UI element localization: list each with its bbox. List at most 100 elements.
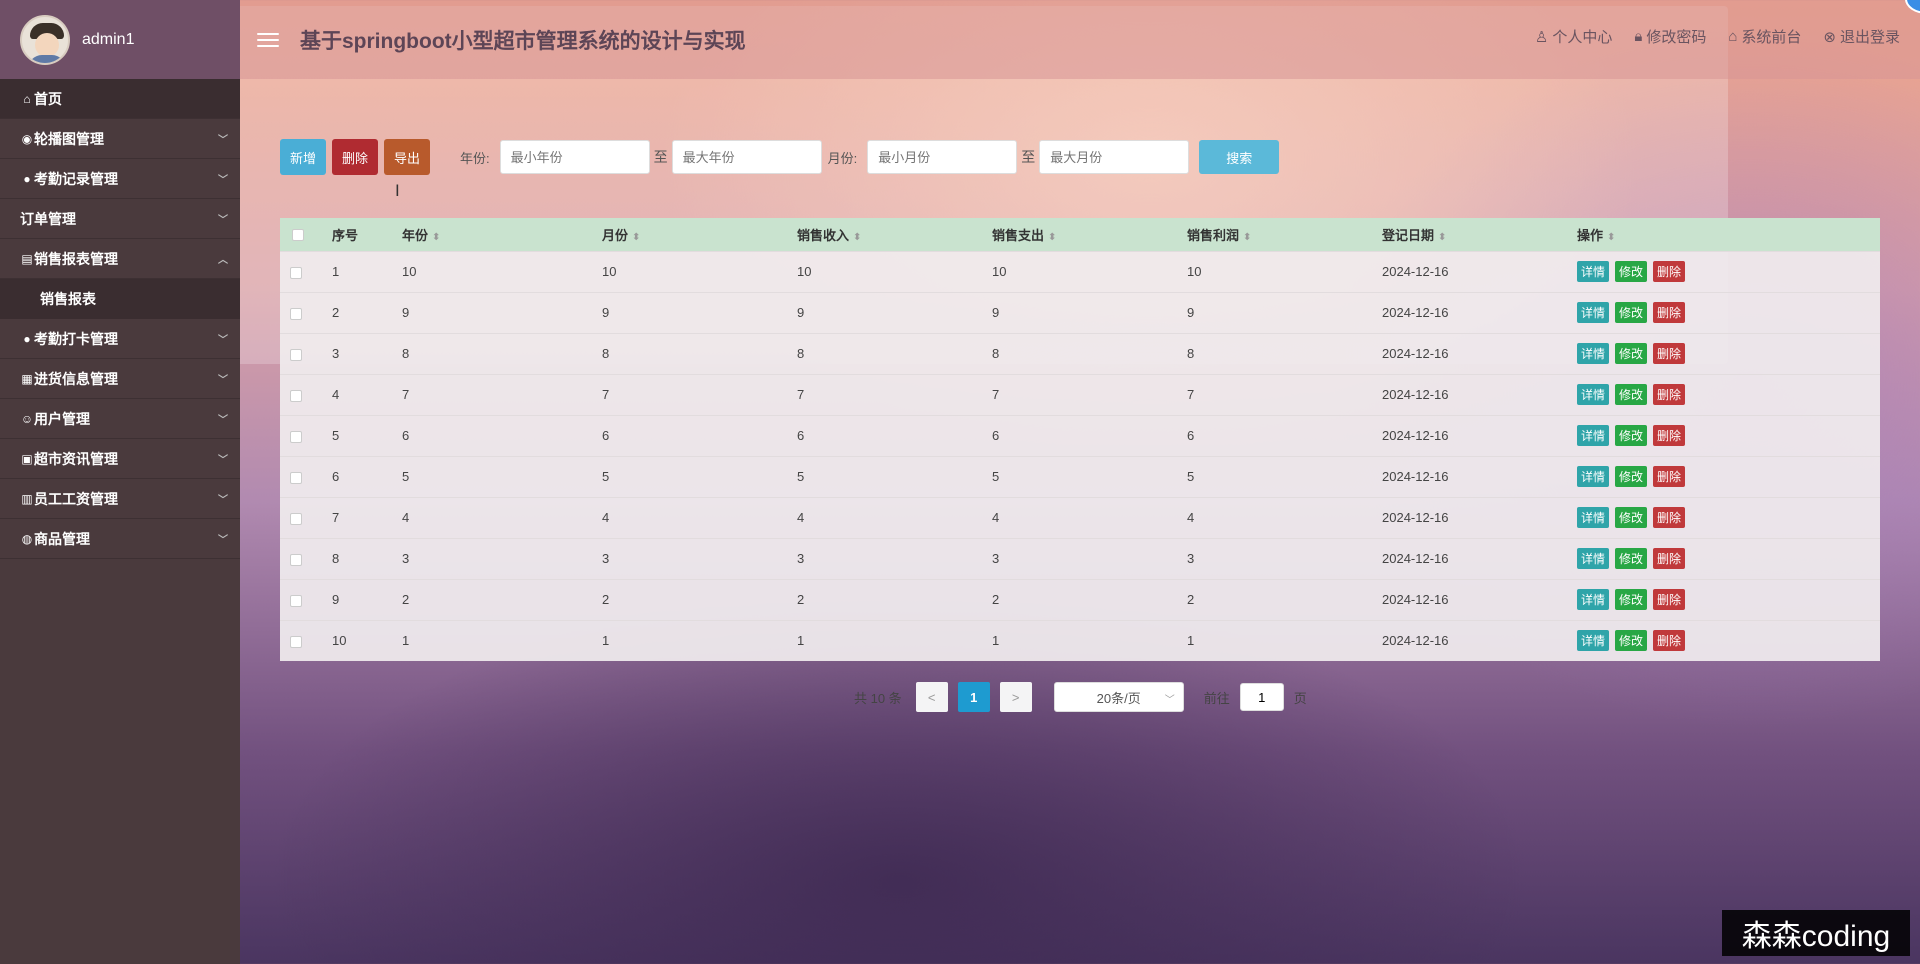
row-delete-button[interactable]: 删除 — [1653, 425, 1686, 446]
row-delete-button[interactable]: 删除 — [1653, 589, 1686, 610]
row-delete-button[interactable]: 删除 — [1653, 302, 1686, 323]
col-expense[interactable]: 销售支出 ⬍ — [992, 218, 1187, 251]
row-checkbox[interactable] — [290, 307, 302, 320]
frontend-link[interactable]: ⌂ 系统前台 — [1728, 26, 1801, 47]
menu-toggle-icon[interactable] — [257, 32, 279, 47]
detail-button[interactable]: 详情 — [1577, 261, 1610, 282]
detail-button[interactable]: 详情 — [1577, 302, 1610, 323]
detail-button[interactable]: 详情 — [1577, 343, 1610, 364]
edit-button[interactable]: 修改 — [1615, 466, 1648, 487]
select-all-checkbox[interactable] — [292, 229, 304, 242]
row-delete-button[interactable]: 删除 — [1653, 466, 1686, 487]
row-checkbox[interactable] — [290, 512, 302, 525]
top-links: ♙ 个人中心 🔒︎ 修改密码 ⌂ 系统前台 ⊗ 退出登录 — [1535, 26, 1900, 47]
edit-button[interactable]: 修改 — [1615, 507, 1648, 528]
detail-button[interactable]: 详情 — [1577, 466, 1610, 487]
table-cell: 9 — [992, 291, 1187, 333]
row-delete-button[interactable]: 删除 — [1653, 548, 1686, 569]
sidebar-item-sales-report-mgmt[interactable]: ▤ 销售报表管理 ︿ — [0, 239, 240, 279]
table-cell: 7 — [992, 373, 1187, 415]
row-delete-button[interactable]: 删除 — [1653, 384, 1686, 405]
row-delete-button[interactable]: 删除 — [1653, 507, 1686, 528]
sidebar-item-clock-in[interactable]: ● 考勤打卡管理 ﹀ — [0, 319, 240, 359]
range-separator: 至 — [653, 149, 668, 165]
sidebar-item-salary[interactable]: ▥ 员工工资管理 ﹀ — [0, 479, 240, 519]
col-actions[interactable]: 操作 ⬍ — [1577, 218, 1880, 251]
search-button[interactable]: 搜索 — [1199, 140, 1280, 174]
edit-button[interactable]: 修改 — [1615, 384, 1648, 405]
lock-icon: 🔒︎ — [1634, 28, 1643, 45]
table-header: 序号 年份 ⬍ 月份 ⬍ 销售收入 ⬍ 销售支出 ⬍ 销售利润 ⬍ 登记日期 ⬍ 操作 ⬍ — [280, 218, 1880, 251]
chevron-down-icon: ﹀ — [218, 455, 228, 466]
table-cell: 7 — [332, 496, 402, 538]
table-cell: 4 — [992, 496, 1187, 538]
col-month[interactable]: 月份 ⬍ — [602, 218, 797, 251]
sidebar-item-orders[interactable]: 订单管理 ﹀ — [0, 199, 240, 239]
row-delete-button[interactable]: 删除 — [1653, 630, 1686, 652]
page-button-1[interactable]: 1 — [957, 682, 990, 712]
row-checkbox[interactable] — [290, 594, 302, 607]
edit-button[interactable]: 修改 — [1615, 343, 1648, 364]
chevron-down-icon: ﹀ — [218, 135, 228, 146]
sidebar-subitem-sales-report[interactable]: 销售报表 — [0, 279, 240, 319]
row-checkbox[interactable] — [290, 348, 302, 361]
sidebar-item-carousel[interactable]: ◉ 轮播图管理 ﹀ — [0, 119, 240, 159]
max-year-input[interactable] — [671, 140, 822, 174]
page-size-select[interactable]: 20条/页 ﹀ — [1053, 682, 1184, 712]
col-profit[interactable]: 销售利润 ⬍ — [1187, 218, 1382, 251]
edit-button[interactable]: 修改 — [1615, 302, 1648, 323]
change-password-link[interactable]: 🔒︎ 修改密码 — [1634, 26, 1706, 47]
sidebar-item-label: 考勤打卡管理 — [34, 330, 118, 347]
table-cell: 4 — [402, 496, 602, 538]
add-button[interactable]: 新增 — [280, 139, 327, 175]
edit-button[interactable]: 修改 — [1615, 630, 1648, 652]
table-cell: 2 — [1187, 578, 1382, 620]
row-delete-button[interactable]: 删除 — [1653, 261, 1686, 282]
goto-page-input[interactable] — [1239, 683, 1284, 711]
detail-button[interactable]: 详情 — [1577, 384, 1610, 405]
edit-button[interactable]: 修改 — [1615, 425, 1648, 446]
edit-button[interactable]: 修改 — [1615, 589, 1648, 610]
col-date[interactable]: 登记日期 ⬍ — [1382, 218, 1577, 251]
row-checkbox[interactable] — [290, 430, 302, 443]
sidebar-item-attendance-record[interactable]: ● 考勤记录管理 ﹀ — [0, 159, 240, 199]
sidebar-item-purchase[interactable]: ▦ 进货信息管理 ﹀ — [0, 359, 240, 399]
table-cell: 6 — [602, 414, 797, 456]
edit-button[interactable]: 修改 — [1615, 548, 1648, 569]
detail-button[interactable]: 详情 — [1577, 548, 1610, 569]
row-delete-button[interactable]: 删除 — [1653, 343, 1686, 364]
sidebar-item-home[interactable]: ⌂ 首页 — [0, 79, 240, 119]
row-checkbox[interactable] — [290, 635, 302, 648]
detail-button[interactable]: 详情 — [1577, 507, 1610, 528]
next-page-button[interactable]: > — [999, 682, 1032, 712]
max-month-input[interactable] — [1039, 140, 1190, 174]
row-actions: 详情 修改 删除 — [1577, 537, 1880, 579]
table-cell: 6 — [992, 414, 1187, 456]
table-cell: 1 — [402, 619, 602, 661]
delete-button[interactable]: 删除 — [332, 139, 379, 175]
row-checkbox[interactable] — [290, 266, 302, 279]
sidebar-item-goods[interactable]: ◍ 商品管理 ﹀ — [0, 519, 240, 559]
col-index: 序号 — [332, 227, 359, 243]
detail-button[interactable]: 详情 — [1577, 589, 1610, 610]
col-income[interactable]: 销售收入 ⬍ — [797, 218, 992, 251]
sidebar-item-news[interactable]: ▣ 超市资讯管理 ﹀ — [0, 439, 240, 479]
row-checkbox[interactable] — [290, 553, 302, 566]
chevron-down-icon: ﹀ — [218, 415, 228, 426]
profile-link[interactable]: ♙ 个人中心 — [1535, 26, 1612, 47]
edit-button[interactable]: 修改 — [1615, 261, 1648, 282]
export-button[interactable]: 导出 — [384, 139, 431, 175]
logout-link[interactable]: ⊗ 退出登录 — [1823, 26, 1900, 47]
col-year[interactable]: 年份 ⬍ — [402, 218, 602, 251]
min-month-input[interactable] — [867, 140, 1018, 174]
row-checkbox[interactable] — [290, 471, 302, 484]
table-cell: 9 — [602, 291, 797, 333]
min-year-input[interactable] — [499, 140, 650, 174]
detail-button[interactable]: 详情 — [1577, 630, 1610, 652]
detail-button[interactable]: 详情 — [1577, 425, 1610, 446]
row-actions: 详情 修改 删除 — [1577, 455, 1880, 497]
prev-page-button[interactable]: < — [915, 682, 948, 712]
table-cell: 10 — [797, 250, 992, 292]
row-checkbox[interactable] — [290, 389, 302, 402]
sidebar-item-users[interactable]: ☺ 用户管理 ﹀ — [0, 399, 240, 439]
